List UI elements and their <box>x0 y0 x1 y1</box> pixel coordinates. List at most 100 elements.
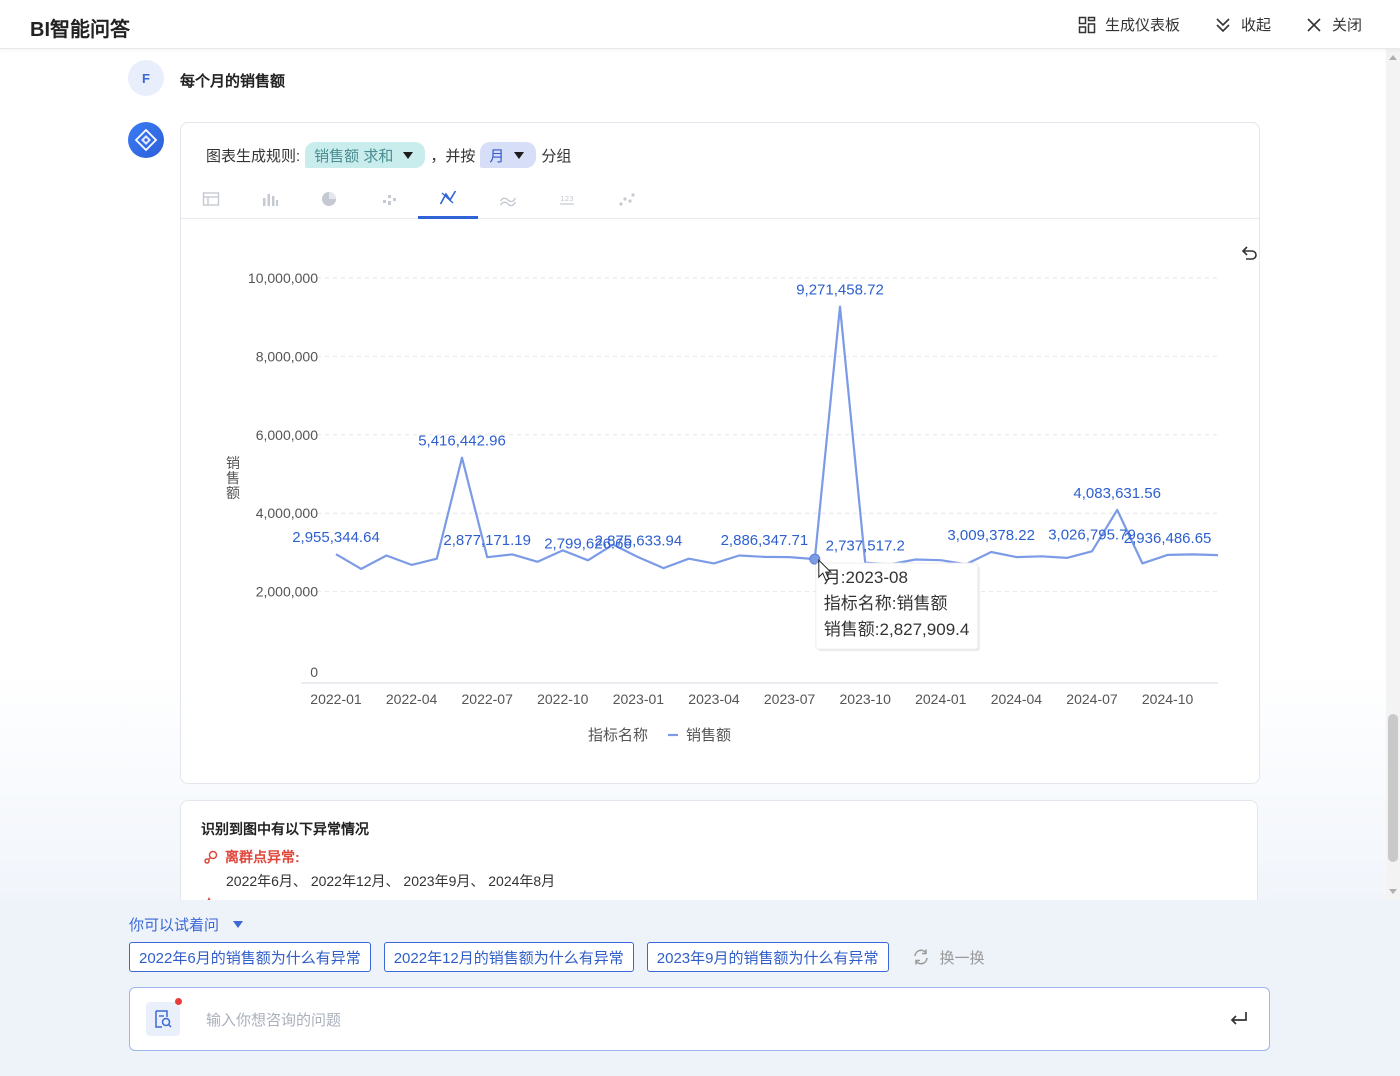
x-tick-label: 2022-07 <box>462 691 514 707</box>
data-label: 5,416,442.96 <box>418 433 506 450</box>
dots-icon <box>619 193 635 206</box>
x-tick-label: 2024-07 <box>1066 691 1118 707</box>
tab-number-card[interactable]: 123 <box>537 179 597 219</box>
y-axis-label: 额 <box>226 485 240 501</box>
chart-card: 图表生成规则: 销售额 求和 ，并按 月 分组 123 0 2,000,000 … <box>180 122 1260 784</box>
number-card-icon: 123 <box>560 195 574 205</box>
x-tick-label: 2023-07 <box>764 691 816 707</box>
question-input[interactable] <box>206 1008 1206 1032</box>
collapse-button[interactable]: 收起 <box>1214 14 1271 35</box>
send-enter-icon[interactable] <box>1228 1008 1250 1030</box>
data-label: 4,083,631.56 <box>1073 485 1161 502</box>
suggestion-list: 2022年6月的销售额为什么有异常 2022年12月的销售额为什么有异常 202… <box>129 942 985 972</box>
legend-title: 指标名称 <box>588 727 648 744</box>
search-history-button[interactable] <box>146 998 182 1036</box>
app-title: BI智能问答 <box>30 19 130 41</box>
data-label: 2,737,517.2 <box>826 538 905 555</box>
rule-prefix: 图表生成规则: <box>206 147 301 165</box>
tab-bar[interactable] <box>240 179 300 219</box>
suggestions-toggle-label: 你可以试着问 <box>129 917 220 934</box>
tab-table[interactable] <box>181 179 241 219</box>
y-tick-label: 6,000,000 <box>256 427 318 443</box>
pie-chart-icon <box>322 192 336 206</box>
rule-mid: ，并按 <box>430 147 476 165</box>
generate-dashboard-button[interactable]: 生成仪表板 <box>1078 14 1180 35</box>
scroll-thumb[interactable] <box>1388 714 1398 862</box>
tab-scatter-bars[interactable] <box>359 179 419 219</box>
close-label: 关闭 <box>1331 17 1362 34</box>
tooltip-line: 指标名称:销售额 <box>824 594 948 613</box>
tab-line[interactable] <box>418 179 478 219</box>
x-tick-label: 2022-01 <box>310 691 362 707</box>
bottom-panel: 你可以试着问 2022年6月的销售额为什么有异常 2022年12月的销售额为什么… <box>0 900 1400 1076</box>
bar-chart-icon <box>263 194 278 206</box>
y-tick-label: 2,000,000 <box>256 584 318 600</box>
suggestion-chip[interactable]: 2022年6月的销售额为什么有异常 <box>129 942 371 972</box>
x-tick-label: 2022-10 <box>537 691 589 707</box>
bot-logo-icon <box>134 128 158 152</box>
document-search-icon <box>155 1010 172 1028</box>
data-label: 9,271,458.72 <box>796 282 884 299</box>
data-label: 2,877,171.19 <box>443 532 531 549</box>
y-tick-label: 0 <box>310 664 318 680</box>
data-label: 3,009,378.22 <box>947 527 1035 544</box>
measure-select-label: 销售额 求和 <box>314 147 394 165</box>
legend-item: 销售额 <box>686 727 731 744</box>
top-bar: BI智能问答 生成仪表板 收起 关闭 <box>0 0 1400 49</box>
tab-dots[interactable] <box>597 179 657 219</box>
scrollbar[interactable] <box>1386 49 1400 900</box>
header-actions: 生成仪表板 收起 关闭 <box>1078 14 1362 35</box>
generate-dashboard-label: 生成仪表板 <box>1104 17 1180 34</box>
rule-suffix: 分组 <box>541 147 572 165</box>
y-tick-label: 4,000,000 <box>256 505 318 521</box>
measure-select[interactable]: 销售额 求和 <box>305 142 426 168</box>
outlier-heading: 离群点异常: <box>203 847 300 867</box>
sales-line-chart: 0 2,000,000 4,000,000 6,000,000 8,000,000 10,… <box>226 270 1219 744</box>
x-tick-label: 2023-04 <box>688 691 740 707</box>
suggestions-toggle[interactable]: 你可以试着问 <box>129 914 244 935</box>
tooltip-line: 月:2023-08 <box>824 568 908 587</box>
data-label: 2,936,486.65 <box>1124 530 1212 547</box>
y-axis-label: 售 <box>226 470 240 486</box>
conversation-area: F 每个月的销售额 图表生成规则: 销售额 求和 ，并按 月 分组 123 0 … <box>0 49 1386 900</box>
refresh-label: 换一换 <box>939 949 985 967</box>
user-avatar: F <box>128 60 164 96</box>
close-icon <box>1307 17 1321 32</box>
anomaly-card: 识别到图中有以下异常情况 离群点异常: 2022年6月、 2022年12月、 2… <box>180 800 1258 900</box>
caret-down-icon <box>403 151 414 159</box>
double-chevron-down-icon <box>1216 17 1230 32</box>
group-select-label: 月 <box>489 147 505 165</box>
svg-text:123: 123 <box>560 195 573 203</box>
dashboard-icon <box>1078 16 1096 33</box>
scroll-down-arrow[interactable] <box>1389 889 1397 894</box>
question-input-box <box>129 987 1270 1051</box>
refresh-suggestions-button[interactable]: 换一换 <box>912 947 985 968</box>
scroll-up-arrow[interactable] <box>1389 55 1397 60</box>
tooltip-line: 销售额:2,827,909.4 <box>824 620 970 639</box>
y-axis-label: 销 <box>226 455 240 471</box>
area-chart-icon <box>499 197 517 207</box>
x-tick-label: 2023-10 <box>840 691 892 707</box>
chart-type-tabs: 123 <box>181 179 1259 219</box>
suggestion-chip[interactable]: 2023年9月的销售额为什么有异常 <box>646 942 889 972</box>
bot-avatar <box>128 122 164 158</box>
data-label: 2,875,633.94 <box>595 532 683 549</box>
y-tick-label: 10,000,000 <box>248 270 318 286</box>
notification-dot <box>175 998 182 1005</box>
tab-pie[interactable] <box>299 179 359 219</box>
suggestion-chip[interactable]: 2022年12月的销售额为什么有异常 <box>383 942 634 972</box>
x-tick-label: 2024-04 <box>991 691 1043 707</box>
close-button[interactable]: 关闭 <box>1305 14 1362 35</box>
x-tick-label: 2024-10 <box>1142 691 1194 707</box>
group-select[interactable]: 月 <box>480 142 537 168</box>
line-chart-icon <box>439 190 457 204</box>
data-label: 2,955,344.64 <box>292 529 380 546</box>
y-tick-label: 8,000,000 <box>256 348 318 364</box>
user-question: 每个月的销售额 <box>180 73 286 90</box>
tab-area[interactable] <box>478 179 538 219</box>
outlier-label: 离群点异常: <box>225 849 300 865</box>
outlier-icon <box>204 850 218 864</box>
table-icon <box>202 192 220 206</box>
x-tick-label: 2024-01 <box>915 691 967 707</box>
data-label: 2,886,347.71 <box>721 532 809 549</box>
